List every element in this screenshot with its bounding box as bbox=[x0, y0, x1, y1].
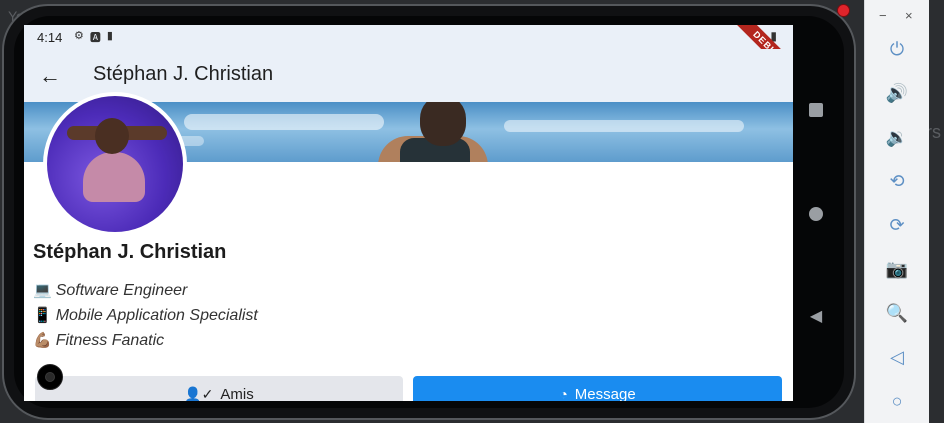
recording-indicator-icon bbox=[838, 5, 849, 16]
device-screen: 4:14 ⚙ 🅰 ▮ ▼ ▮ DEBUG ← Stéphan J. Christ… bbox=[24, 25, 793, 401]
avatar[interactable] bbox=[43, 92, 187, 236]
phone-icon: 📱 bbox=[33, 307, 52, 324]
bio-line-3: 💪🏽 Fitness Fanatic bbox=[33, 332, 165, 349]
bio-line-1: 💻 Software Engineer bbox=[33, 282, 188, 299]
camera-icon[interactable]: 📷 bbox=[885, 257, 909, 281]
back-button[interactable]: ← bbox=[37, 63, 63, 89]
power-icon[interactable]: ⏻ bbox=[885, 37, 909, 61]
friends-button-label: Amis bbox=[220, 386, 254, 401]
back-icon[interactable]: ◁ bbox=[885, 345, 909, 369]
a-icon: 🅰 bbox=[89, 32, 101, 44]
status-left-icons: ⚙ 🅰 ▮ bbox=[74, 29, 113, 45]
message-button[interactable]: ◔ Message bbox=[413, 376, 782, 401]
status-bar: 4:14 ⚙ 🅰 ▮ ▼ ▮ DEBUG bbox=[24, 25, 793, 90]
triangle-back-icon: ◀ bbox=[809, 308, 823, 325]
emulator-toolbar: − × ⏻ 🔊 🔉 ⟲ ⟳ 📷 🔍 ◁ ○ bbox=[864, 0, 929, 423]
home-icon[interactable]: ○ bbox=[885, 389, 909, 413]
status-time: 4:14 bbox=[37, 30, 63, 45]
sdcard-icon: ▮ bbox=[106, 30, 113, 42]
friends-button[interactable]: 👤✓ Amis bbox=[35, 376, 403, 401]
volume-up-icon[interactable]: 🔊 bbox=[885, 81, 909, 105]
profile-name: Stéphan J. Christian bbox=[33, 241, 227, 263]
rotate-right-icon[interactable]: ⟳ bbox=[885, 213, 909, 237]
page-title: Stéphan J. Christian bbox=[93, 63, 274, 85]
rotate-left-icon[interactable]: ⟲ bbox=[885, 169, 909, 193]
bio-line-2: 📱 Mobile Application Specialist bbox=[33, 307, 258, 324]
avatar-photo bbox=[47, 96, 183, 232]
volume-down-icon[interactable]: 🔉 bbox=[885, 125, 909, 149]
minimize-button[interactable]: − bbox=[879, 8, 887, 23]
front-camera bbox=[37, 364, 63, 390]
message-button-label: Message bbox=[574, 386, 636, 401]
messenger-icon: ◔ bbox=[559, 386, 568, 401]
nav-back-button[interactable]: ◀ bbox=[808, 308, 824, 325]
close-button[interactable]: × bbox=[905, 8, 913, 23]
app-bar: ← Stéphan J. Christian bbox=[24, 49, 793, 102]
zoom-icon[interactable]: 🔍 bbox=[885, 301, 909, 325]
muscle-icon: 💪🏽 bbox=[33, 332, 52, 349]
circle-icon bbox=[809, 207, 823, 221]
arrow-left-icon: ← bbox=[39, 63, 61, 88]
nav-overview-button[interactable] bbox=[808, 102, 824, 118]
laptop-icon: 💻 bbox=[33, 282, 52, 299]
square-icon bbox=[809, 103, 823, 117]
gear-icon: ⚙ bbox=[74, 30, 84, 42]
nav-home-button[interactable] bbox=[808, 206, 824, 222]
person-check-icon: 👤✓ bbox=[184, 386, 214, 401]
